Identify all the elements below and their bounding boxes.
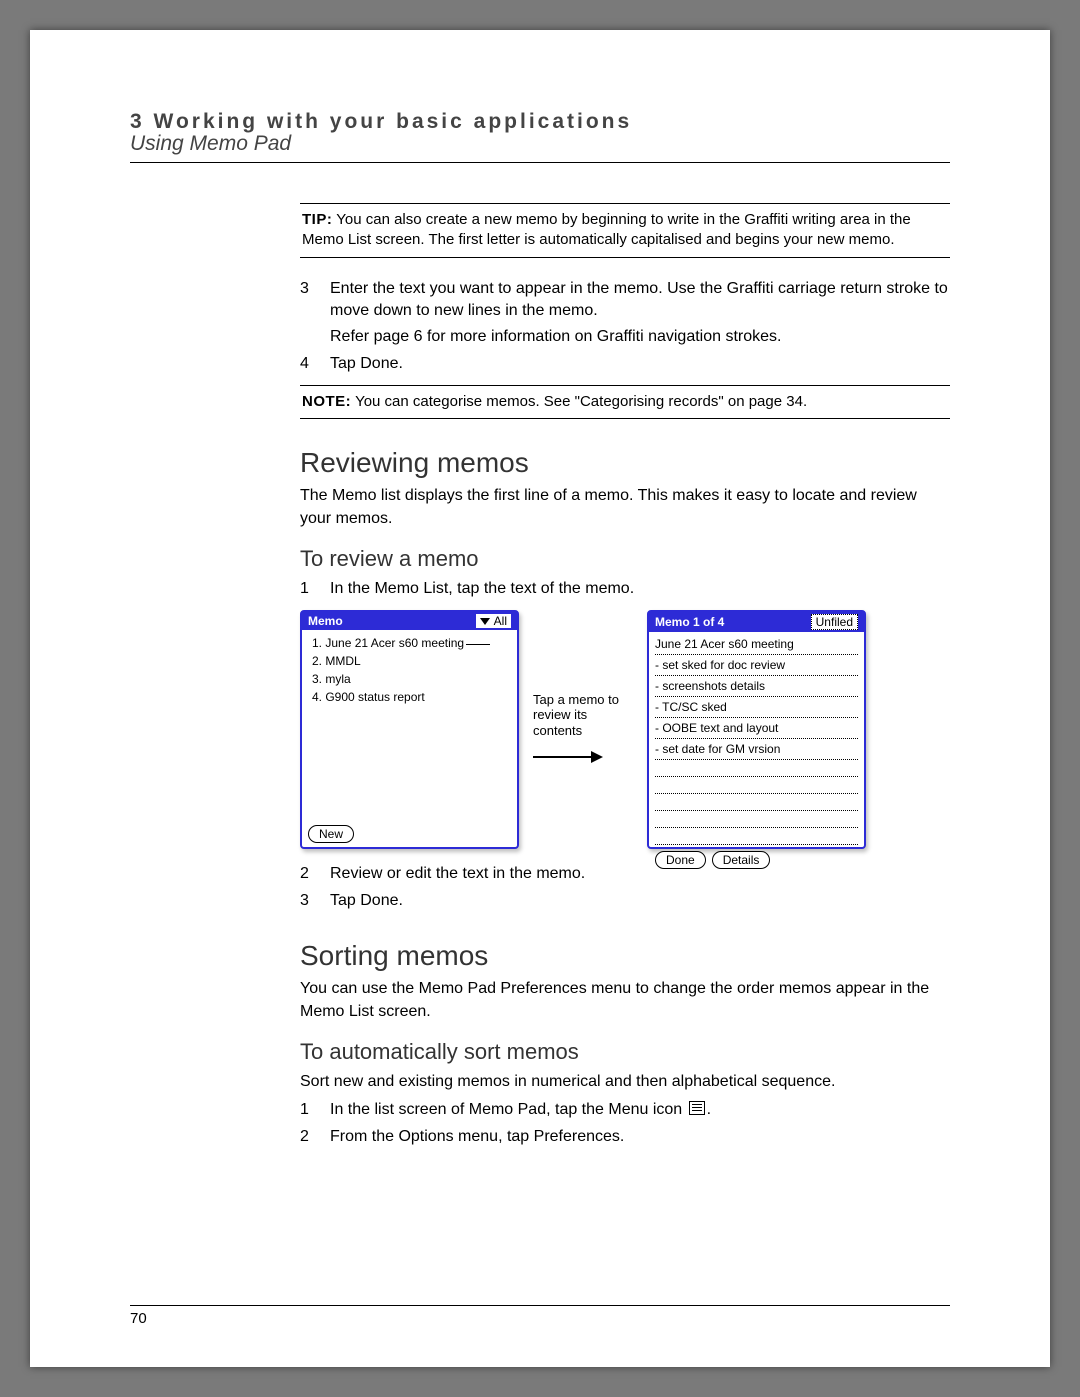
memo-detail-screen: Memo 1 of 4 Unfiled June 21 Acer s60 mee… bbox=[647, 610, 866, 849]
header-rule bbox=[130, 162, 950, 163]
tip-box: TIP: You can also create a new memo by b… bbox=[300, 203, 950, 258]
step-text: Tap Done. bbox=[330, 353, 950, 375]
memo-detail-body[interactable]: June 21 Acer s60 meeting - set sked for … bbox=[649, 632, 864, 847]
memo-detail-line: - OOBE text and layout bbox=[655, 718, 858, 739]
figure-annotation-text: Tap a memo to review its contents bbox=[533, 692, 633, 739]
memo-filter-dropdown[interactable]: All bbox=[476, 614, 511, 628]
memo-category-selector[interactable]: Unfiled bbox=[811, 614, 858, 630]
step-number: 3 bbox=[300, 890, 330, 912]
step-text: From the Options menu, tap Preferences. bbox=[330, 1126, 950, 1148]
step: 2 From the Options menu, tap Preferences… bbox=[300, 1126, 950, 1148]
memo-detail-line: June 21 Acer s60 meeting bbox=[655, 634, 858, 655]
memo-list-item[interactable]: 2. MMDL bbox=[312, 652, 509, 670]
memo-detail-title: Memo 1 of 4 bbox=[655, 615, 724, 629]
step: 2 Review or edit the text in the memo. bbox=[300, 863, 950, 885]
memo-list-body: 1. June 21 Acer s60 meeting 2. MMDL 3. m… bbox=[302, 630, 517, 821]
memo-list-item[interactable]: 3. myla bbox=[312, 670, 509, 688]
memo-detail-line bbox=[655, 794, 858, 811]
step: 4 Tap Done. bbox=[300, 353, 950, 375]
page-section-title: Using Memo Pad bbox=[130, 132, 950, 156]
page-number: 70 bbox=[130, 1305, 950, 1327]
step-text: Refer page 6 for more information on Gra… bbox=[330, 326, 950, 348]
tip-text: You can also create a new memo by beginn… bbox=[302, 211, 911, 248]
memo-list-titlebar: Memo All bbox=[302, 612, 517, 630]
tip-label: TIP: bbox=[302, 211, 332, 228]
subsection-heading-review: To review a memo bbox=[300, 546, 950, 572]
memo-list-footer: New bbox=[302, 821, 517, 847]
memo-detail-line bbox=[655, 760, 858, 777]
step-number bbox=[300, 326, 330, 348]
callout-leader bbox=[466, 644, 490, 645]
section-heading-reviewing: Reviewing memos bbox=[300, 447, 950, 479]
page: 3 Working with your basic applications U… bbox=[30, 30, 1050, 1367]
arrow-right-icon bbox=[533, 749, 603, 765]
step-number: 1 bbox=[300, 1099, 330, 1121]
sorting-intro: You can use the Memo Pad Preferences men… bbox=[300, 978, 950, 1023]
menu-icon bbox=[689, 1101, 705, 1115]
step: 1 In the Memo List, tap the text of the … bbox=[300, 578, 950, 600]
step-number: 2 bbox=[300, 1126, 330, 1148]
memo-item-text: 1. June 21 Acer s60 meeting bbox=[312, 636, 464, 650]
memo-detail-titlebar: Memo 1 of 4 Unfiled bbox=[649, 612, 864, 632]
reviewing-intro: The Memo list displays the first line of… bbox=[300, 485, 950, 530]
memo-list-screen: Memo All 1. June 21 Acer s60 meeting 2. … bbox=[300, 610, 519, 849]
sorting-lead: Sort new and existing memos in numerical… bbox=[300, 1071, 950, 1093]
memo-detail-line: - TC/SC sked bbox=[655, 697, 858, 718]
note-text: You can categorise memos. See "Categoris… bbox=[355, 393, 807, 410]
step-number: 3 bbox=[300, 278, 330, 323]
note-label: NOTE: bbox=[302, 393, 351, 410]
step-text: Enter the text you want to appear in the… bbox=[330, 278, 950, 323]
step-text: In the list screen of Memo Pad, tap the … bbox=[330, 1099, 950, 1121]
step-number: 4 bbox=[300, 353, 330, 375]
step: 3 Enter the text you want to appear in t… bbox=[300, 278, 950, 323]
dropdown-triangle-icon bbox=[480, 618, 490, 625]
figure-annotation: Tap a memo to review its contents bbox=[533, 692, 633, 768]
memo-list-item[interactable]: 1. June 21 Acer s60 meeting bbox=[312, 634, 509, 652]
figure: Memo All 1. June 21 Acer s60 meeting 2. … bbox=[300, 610, 950, 849]
chapter-title: 3 Working with your basic applications bbox=[130, 110, 950, 134]
step-text: In the Memo List, tap the text of the me… bbox=[330, 578, 950, 600]
subsection-heading-autosort: To automatically sort memos bbox=[300, 1039, 950, 1065]
memo-detail-line bbox=[655, 828, 858, 845]
memo-list-item[interactable]: 4. G900 status report bbox=[312, 688, 509, 706]
content-area: TIP: You can also create a new memo by b… bbox=[300, 203, 950, 1148]
step-number: 2 bbox=[300, 863, 330, 885]
step-number: 1 bbox=[300, 578, 330, 600]
section-heading-sorting: Sorting memos bbox=[300, 940, 950, 972]
memo-detail-line bbox=[655, 777, 858, 794]
memo-detail-line bbox=[655, 811, 858, 828]
memo-detail-line: - set date for GM vrsion bbox=[655, 739, 858, 760]
memo-filter-label: All bbox=[494, 614, 507, 628]
step-text-part: . bbox=[707, 1101, 711, 1118]
step-text-part: In the list screen of Memo Pad, tap the … bbox=[330, 1101, 687, 1118]
memo-list-title: Memo bbox=[308, 614, 343, 628]
note-box: NOTE: You can categorise memos. See "Cat… bbox=[300, 385, 950, 419]
step-text: Review or edit the text in the memo. bbox=[330, 863, 950, 885]
memo-detail-line: - set sked for doc review bbox=[655, 655, 858, 676]
step-text: Tap Done. bbox=[330, 890, 950, 912]
step: Refer page 6 for more information on Gra… bbox=[300, 326, 950, 348]
new-button[interactable]: New bbox=[308, 825, 354, 843]
step: 3 Tap Done. bbox=[300, 890, 950, 912]
step: 1 In the list screen of Memo Pad, tap th… bbox=[300, 1099, 950, 1121]
memo-detail-line: - screenshots details bbox=[655, 676, 858, 697]
